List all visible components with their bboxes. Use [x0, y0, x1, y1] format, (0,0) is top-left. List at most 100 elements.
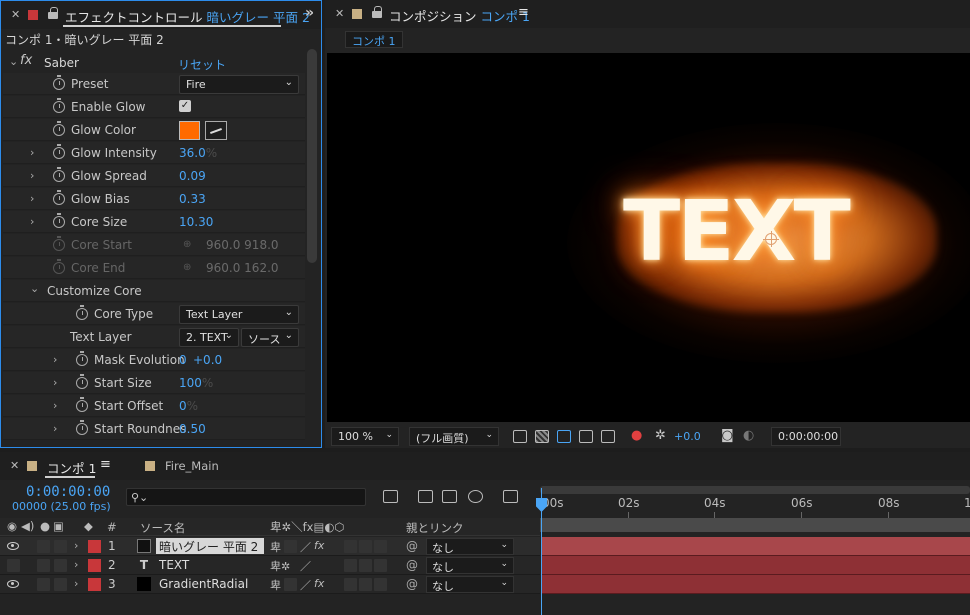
pick-whip-icon[interactable]: @: [406, 577, 418, 591]
stopwatch-icon[interactable]: [53, 213, 65, 228]
parent-dropdown[interactable]: なし ⌄: [426, 538, 514, 555]
adjustment-toggle[interactable]: [374, 578, 387, 591]
chevron-right-icon[interactable]: ›: [30, 169, 34, 182]
audio-icon[interactable]: ◀): [21, 519, 34, 533]
adjustment-toggle[interactable]: [374, 559, 387, 572]
text-layer-dropdown[interactable]: 2. TEXT ⌄: [179, 328, 239, 347]
layer-row[interactable]: › 3 GradientRadial 卑 ／ fx @ なし ⌄: [0, 575, 540, 594]
comp-flowchart-icon[interactable]: [383, 490, 398, 503]
source-name-header[interactable]: ソース名: [140, 520, 185, 536]
layer-name[interactable]: TEXT: [156, 558, 192, 572]
camera-icon[interactable]: ◙: [721, 428, 734, 443]
motion-blur-toggle[interactable]: [359, 578, 372, 591]
lock-toggle[interactable]: [54, 540, 67, 553]
composition-viewer[interactable]: TEXT: [327, 53, 970, 422]
effect-header-row[interactable]: ⌄ fx Saber リセット: [3, 52, 305, 74]
graph-editor-icon[interactable]: [503, 490, 518, 503]
resolution-dropdown[interactable]: (フル画質) ⌄: [409, 427, 499, 446]
fast-preview-icon[interactable]: [513, 430, 527, 443]
layer-duration-bar[interactable]: [542, 537, 970, 556]
start-roundness-value[interactable]: 0.50: [179, 422, 206, 436]
chevron-right-icon[interactable]: ›: [74, 539, 78, 552]
pick-whip-icon[interactable]: @: [406, 539, 418, 553]
transparency-grid-icon[interactable]: [535, 430, 549, 443]
layer-label-color[interactable]: [88, 540, 101, 553]
shy-icon[interactable]: 卑✲: [270, 558, 290, 574]
timeline-tab-comp[interactable]: コンポ 1: [47, 458, 96, 477]
layer-label-color[interactable]: [88, 559, 101, 572]
video-visibility-icon[interactable]: ◉: [7, 519, 17, 533]
adjustment-toggle[interactable]: [374, 540, 387, 553]
effect-fx-icon[interactable]: fx: [314, 577, 324, 590]
core-size-value[interactable]: 10.30: [179, 215, 213, 229]
zoom-dropdown[interactable]: 100 % ⌄: [331, 427, 399, 446]
collapse-toggle[interactable]: [284, 540, 297, 553]
composition-breadcrumb[interactable]: コンポ 1: [345, 31, 403, 48]
lock-column-icon[interactable]: ▣: [53, 519, 64, 533]
mask-path-icon[interactable]: [557, 430, 571, 443]
stopwatch-icon[interactable]: [76, 420, 88, 435]
collapse-toggle[interactable]: [284, 578, 297, 591]
stopwatch-icon[interactable]: [53, 98, 65, 113]
chevron-right-icon[interactable]: ›: [74, 577, 78, 590]
work-area-bar[interactable]: [540, 518, 970, 532]
effect-controls-tab[interactable]: エフェクトコントロール 暗いグレー 平面 2: [65, 7, 310, 26]
pick-whip-icon[interactable]: @: [406, 558, 418, 572]
glow-color-swatch[interactable]: [179, 121, 200, 140]
text-layer-source-dropdown[interactable]: ソース ⌄: [241, 328, 299, 347]
show-snapshot-icon[interactable]: ◐: [743, 428, 754, 443]
lock-toggle[interactable]: [54, 578, 67, 591]
composition-tab[interactable]: コンポジション コンポ 1: [389, 6, 530, 25]
label-icon[interactable]: ◆: [84, 519, 93, 533]
shy-icon[interactable]: 卑: [270, 539, 281, 555]
chevron-right-icon[interactable]: ›: [30, 192, 34, 205]
timeline-current-time[interactable]: 0:00:00:00: [26, 484, 110, 500]
chevron-right-icon[interactable]: ›: [53, 353, 57, 366]
close-icon[interactable]: ✕: [335, 7, 344, 20]
glow-intensity-value[interactable]: 36.0%: [179, 146, 217, 160]
stopwatch-icon[interactable]: [53, 190, 65, 205]
close-icon[interactable]: ✕: [10, 459, 19, 472]
anchor-point-icon[interactable]: [763, 231, 779, 247]
layer-duration-bar[interactable]: [542, 575, 970, 594]
stopwatch-icon[interactable]: [53, 75, 65, 90]
customize-core-row[interactable]: ⌄ Customize Core: [3, 280, 305, 302]
eyedropper-icon[interactable]: [205, 121, 227, 140]
layer-duration-bar[interactable]: [542, 556, 970, 575]
chevron-down-icon[interactable]: ⌄: [30, 282, 39, 295]
mask-evolution-degrees[interactable]: +0.0: [193, 353, 222, 367]
draft-3d-icon[interactable]: [418, 490, 433, 503]
fx-icon[interactable]: fx: [20, 53, 32, 68]
color-channels-icon[interactable]: ●: [631, 428, 642, 443]
panel-menu-icon[interactable]: »: [305, 5, 314, 21]
lock-icon[interactable]: [48, 7, 58, 19]
frame-blending-icon[interactable]: [442, 490, 457, 503]
layer-label-color[interactable]: [88, 578, 101, 591]
layer-name[interactable]: GradientRadial: [156, 577, 251, 591]
chevron-right-icon[interactable]: ›: [30, 215, 34, 228]
solo-toggle[interactable]: [37, 540, 50, 553]
solo-toggle[interactable]: [37, 578, 50, 591]
current-time-field[interactable]: 0:00:00:00: [771, 427, 841, 446]
glow-bias-value[interactable]: 0.33: [179, 192, 206, 206]
lock-toggle[interactable]: [54, 559, 67, 572]
reset-link[interactable]: リセット: [178, 56, 226, 73]
visibility-toggle[interactable]: [7, 559, 20, 572]
motion-blur-toggle[interactable]: [359, 540, 372, 553]
safe-margins-icon[interactable]: [601, 430, 615, 443]
stopwatch-icon[interactable]: [76, 305, 88, 320]
stopwatch-icon[interactable]: [76, 351, 88, 366]
stopwatch-icon[interactable]: [53, 167, 65, 182]
exposure-reset-icon[interactable]: ✲: [655, 428, 666, 443]
close-icon[interactable]: ✕: [11, 8, 20, 21]
panel-menu-icon[interactable]: ≡: [100, 457, 111, 472]
preset-dropdown[interactable]: Fire ⌄: [179, 75, 299, 94]
start-offset-value[interactable]: 0%: [179, 399, 198, 413]
region-of-interest-icon[interactable]: [579, 430, 593, 443]
layer-name[interactable]: 暗いグレー 平面 2: [156, 538, 264, 554]
motion-blur-toggle[interactable]: [359, 559, 372, 572]
layer-row[interactable]: › 2 T TEXT 卑✲ ／ @ なし ⌄: [0, 556, 540, 575]
parent-dropdown[interactable]: なし ⌄: [426, 576, 514, 593]
exposure-value[interactable]: +0.0: [674, 430, 701, 443]
stopwatch-icon[interactable]: [53, 121, 65, 136]
